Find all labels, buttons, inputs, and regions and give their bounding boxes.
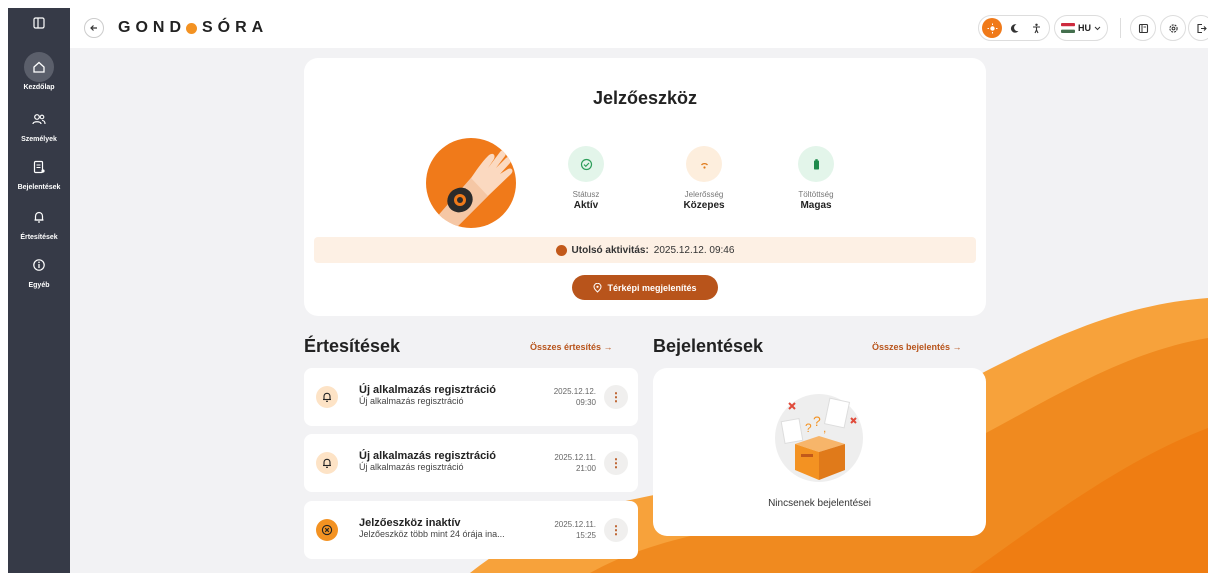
notification-title: Új alkalmazás regisztráció (359, 450, 496, 462)
notification-date: 2025.12.11. 15:25 (554, 519, 596, 541)
logo-text-left: GOND (118, 19, 186, 36)
flag-hu-icon (1061, 23, 1075, 33)
all-notifications-link[interactable]: Összes értesítés → (530, 342, 613, 352)
sidebar-toggle-icon (33, 17, 45, 29)
more-options-button[interactable]: ⋮ (604, 451, 628, 475)
svg-text:,: , (823, 421, 826, 435)
notification-date-time: 21:00 (575, 464, 596, 473)
sidebar-item-other[interactable]: Egyéb (8, 250, 70, 289)
manual-button[interactable] (1130, 15, 1156, 41)
notification-date-day: 2025.12.12. (553, 387, 596, 396)
language-code: HU (1078, 23, 1091, 33)
notification-item[interactable]: Jelzőeszköz inaktív Jelzőeszköz több min… (304, 501, 638, 559)
notification-date-time: 15:25 (575, 531, 596, 540)
reports-empty-text: Nincsenek bejelentései (768, 498, 871, 509)
map-view-button[interactable]: Térképi megjelenítés (572, 275, 718, 300)
signal-icon (686, 146, 722, 182)
sidebar-item-label: Kezdőlap (23, 84, 55, 91)
empty-box-icon: ? ? , (775, 394, 863, 482)
sidebar-item-notifications[interactable]: Értesítések (8, 202, 70, 241)
stat-label: Státusz (572, 190, 600, 199)
last-activity-value: 2025.12.12. 09:46 (653, 244, 735, 256)
settings-button[interactable] (1160, 15, 1186, 41)
language-select[interactable]: HU (1054, 15, 1108, 41)
bell-icon (316, 452, 338, 474)
app-logo[interactable]: GOND SÓRA (118, 19, 268, 37)
stat-value: Aktív (573, 200, 599, 211)
home-icon (24, 52, 54, 82)
accessibility-icon[interactable] (1026, 18, 1046, 38)
app-frame: Kezdőlap Személyek Bejelentések Értesíté… (8, 8, 1208, 573)
chevron-down-icon (1094, 26, 1101, 30)
map-view-label: Térképi megjelenítés (607, 282, 697, 293)
sidebar-item-label: Egyéb (28, 282, 50, 289)
bell-icon (316, 386, 338, 408)
more-options-button[interactable]: ⋮ (604, 385, 628, 409)
logout-button[interactable] (1188, 15, 1208, 41)
svg-text:?: ? (805, 421, 812, 435)
sidebar: Kezdőlap Személyek Bejelentések Értesíté… (8, 8, 70, 573)
logout-icon (1196, 23, 1207, 33)
sidebar-item-home[interactable]: Kezdőlap (8, 52, 70, 91)
sidebar-item-label: Személyek (21, 136, 57, 143)
device-card: Jelzőeszköz Státusz Aktív Jelerősség Köz… (304, 58, 986, 316)
notification-date-day: 2025.12.11. (554, 453, 596, 462)
settings-icon (1168, 23, 1178, 33)
notification-title: Jelzőeszköz inaktív (359, 517, 461, 529)
stat-value: Közepes (683, 200, 725, 211)
sidebar-item-label: Bejelentések (17, 184, 61, 191)
sun-icon[interactable] (982, 18, 1002, 38)
all-reports-link[interactable]: Összes bejelentés → (872, 342, 962, 352)
notification-subtitle: Új alkalmazás regisztráció (359, 396, 464, 406)
logo-text-right: SÓRA (202, 19, 269, 36)
bell-icon (24, 202, 54, 232)
notification-item[interactable]: Új alkalmazás regisztráció Új alkalmazás… (304, 434, 638, 492)
x-circle-icon (316, 519, 338, 541)
notification-subtitle: Jelzőeszköz több mint 24 órája ina... (359, 529, 505, 539)
clock-icon (555, 244, 567, 256)
arrow-left-icon (90, 25, 97, 31)
stat-signal: Jelerősség Közepes (654, 146, 754, 211)
last-activity-bar: Utolsó aktivitás: 2025.12.12. 09:46 (314, 237, 976, 263)
stat-status: Státusz Aktív (536, 146, 636, 211)
stat-value: Magas (800, 200, 832, 211)
notification-date-time: 09:30 (575, 398, 596, 407)
wrist-device-icon (436, 150, 513, 228)
reports-empty-card: ? ? , Nincsenek bejelentései (653, 368, 986, 536)
device-title: Jelzőeszköz (592, 88, 698, 108)
notification-item[interactable]: Új alkalmazás regisztráció Új alkalmazás… (304, 368, 638, 426)
notification-date: 2025.12.12. 09:30 (554, 386, 596, 408)
reports-title: Bejelentések (653, 336, 764, 356)
stat-label: Jelerősség (684, 190, 724, 199)
check-circle-icon (568, 146, 604, 182)
more-options-button[interactable]: ⋮ (604, 518, 628, 542)
sidebar-item-people[interactable]: Személyek (8, 104, 70, 143)
topbar: GOND SÓRA HU (70, 8, 1208, 48)
users-icon (24, 104, 54, 134)
report-icon (24, 152, 54, 182)
notification-date: 2025.12.11. 21:00 (554, 452, 596, 474)
theme-switcher (978, 15, 1050, 41)
svg-text:?: ? (813, 413, 821, 429)
sidebar-item-label: Értesítések (20, 234, 58, 241)
battery-icon (798, 146, 834, 182)
notifications-title: Értesítések (304, 336, 401, 356)
sidebar-toggle[interactable] (8, 8, 70, 38)
stat-battery: Töltöttség Magas (766, 146, 866, 211)
moon-icon[interactable] (1004, 18, 1024, 38)
sidebar-item-reports[interactable]: Bejelentések (8, 152, 70, 191)
notification-subtitle: Új alkalmazás regisztráció (359, 462, 464, 472)
back-button[interactable] (84, 18, 104, 38)
map-pin-icon (593, 282, 602, 293)
logo-dot-icon (186, 22, 197, 34)
manual-icon (1138, 23, 1148, 33)
notification-title: Új alkalmazás regisztráció (359, 384, 496, 396)
notification-date-day: 2025.12.11. (554, 520, 596, 529)
topbar-divider (1120, 18, 1121, 38)
device-avatar (426, 138, 516, 228)
info-icon (24, 250, 54, 280)
stat-label: Töltöttség (798, 190, 834, 199)
last-activity-label: Utolsó aktivitás: (571, 244, 649, 256)
